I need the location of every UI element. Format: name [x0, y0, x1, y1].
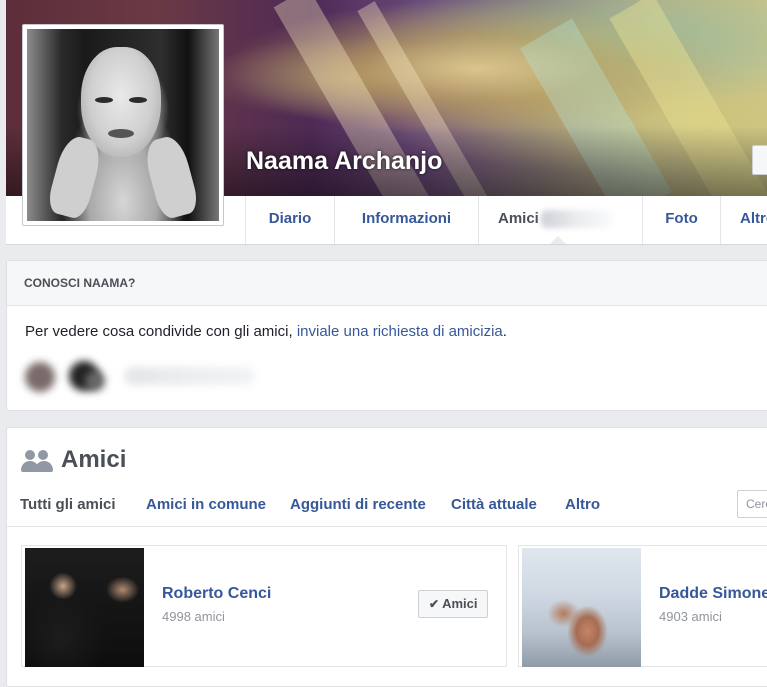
friends-status-button[interactable]: ✔ Amici: [418, 590, 489, 618]
subtab-recently-added[interactable]: Aggiunti di recente: [290, 496, 426, 513]
friend-request-prompt: Per vedere cosa condivide con gli amici,…: [25, 323, 507, 340]
know-person-card: CONOSCI NAAMA? Per vedere cosa condivide…: [6, 260, 767, 411]
profile-picture[interactable]: [22, 24, 224, 226]
friend-name[interactable]: Dadde Simone: [659, 585, 767, 603]
blurred-mutual-avatar: [25, 362, 55, 392]
subtab-all-friends[interactable]: Tutti gli amici: [20, 496, 116, 513]
active-tab-indicator: [550, 236, 566, 244]
tab-foto[interactable]: Foto: [642, 196, 720, 244]
subtab-current-city[interactable]: Città attuale: [451, 496, 537, 513]
friends-card: Amici Tutti gli amici Amici in comune Ag…: [6, 427, 767, 687]
subtab-mutual-friends[interactable]: Amici in comune: [146, 496, 266, 513]
know-person-heading: CONOSCI NAAMA?: [7, 261, 767, 306]
blurred-mutual-avatar: [85, 371, 105, 391]
friend-photo[interactable]: [25, 548, 144, 667]
check-icon: ✔: [429, 597, 440, 611]
friend-photo[interactable]: [522, 548, 641, 667]
subtab-more[interactable]: Altro: [565, 496, 600, 513]
subtabs-divider: [7, 526, 767, 527]
people-icon: [21, 448, 53, 472]
tab-altro[interactable]: Altro: [720, 196, 767, 244]
tab-informazioni[interactable]: Informazioni: [334, 196, 478, 244]
blurred-mutual-text: [125, 367, 255, 385]
cover-action-button[interactable]: [752, 145, 767, 175]
friend-count: 4903 amici: [659, 609, 722, 624]
friends-section-title: Amici: [21, 446, 126, 474]
friend-item: Dadde Simone 4903 amici: [518, 545, 767, 667]
profile-name[interactable]: Naama Archanjo: [246, 147, 442, 176]
friend-item: Roberto Cenci 4998 amici ✔ Amici: [21, 545, 507, 667]
friend-count: 4998 amici: [162, 609, 225, 624]
friend-name[interactable]: Roberto Cenci: [162, 585, 271, 603]
blurred-friend-count: [540, 210, 613, 229]
tab-diario[interactable]: Diario: [245, 196, 334, 244]
profile-photo-image: [27, 29, 219, 221]
friends-search-input[interactable]: Cerca: [737, 490, 767, 518]
send-friend-request-link[interactable]: inviale una richiesta di amicizia: [297, 323, 503, 340]
